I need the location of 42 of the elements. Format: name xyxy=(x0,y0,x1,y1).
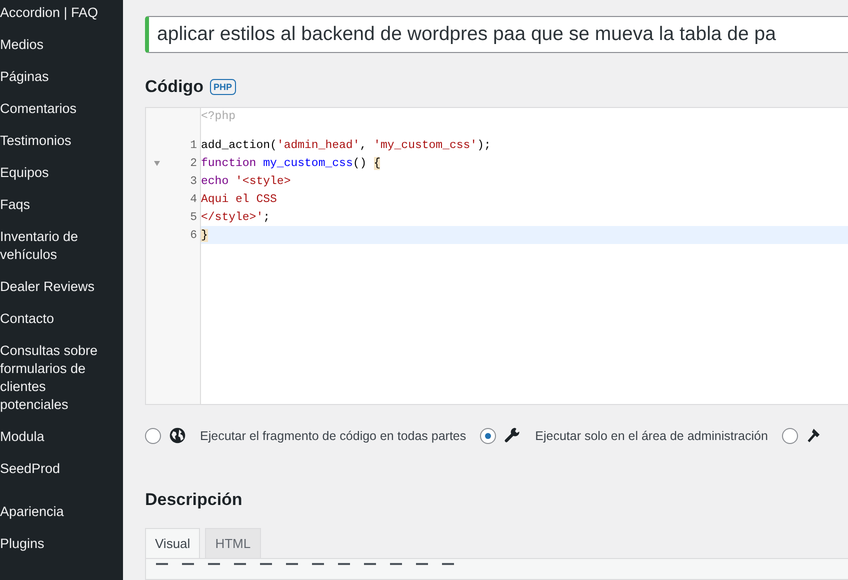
sidebar-item[interactable]: Consultas sobre formularios de clientes potenciales xyxy=(0,335,123,421)
radio-button[interactable] xyxy=(480,428,496,444)
sidebar-item[interactable]: Páginas xyxy=(0,61,123,93)
editor-tab[interactable]: Visual xyxy=(145,528,200,558)
code-line: echo '<style> xyxy=(201,174,291,188)
code-line: </style>'; xyxy=(201,210,270,224)
fold-triangle-icon[interactable] xyxy=(154,160,160,166)
sidebar-item[interactable]: Testimonios xyxy=(0,125,123,157)
radio-button[interactable] xyxy=(782,428,798,444)
code-line: add_action('admin_head', 'my_custom_css'); xyxy=(201,138,491,152)
sidebar-item[interactable]: SeedProd xyxy=(0,453,123,485)
code-line: function my_custom_css() { xyxy=(201,156,380,170)
sidebar-item[interactable]: Inventario de vehículos xyxy=(0,221,123,271)
radio-label: Ejecutar el fragmento de código en todas partes xyxy=(200,428,466,443)
section-heading: Código xyxy=(145,77,204,98)
line-number: 5 xyxy=(189,210,198,224)
line-number: 6 xyxy=(189,228,198,242)
sidebar-item[interactable]: Equipos xyxy=(0,157,123,189)
sidebar-item[interactable]: Modula xyxy=(0,421,123,453)
section-heading: Descripción xyxy=(145,490,242,510)
sidebar-item[interactable]: Comentarios xyxy=(0,93,123,125)
code-editor[interactable]: <?php 1 add_action('admin_head', 'my_custom_css'); 2 function my_custom_css() { 3 echo '<style> 4 Aqui el CSS 5 </style>'; 6 } xyxy=(145,107,848,406)
editor-tab[interactable]: HTML xyxy=(205,528,261,558)
title-field[interactable]: aplicar estilos al backend de wordpres paa que se mueva la tabla de pa xyxy=(145,16,848,54)
radio-label: Ejecutar solo en el área de administración xyxy=(535,428,768,443)
wrench-icon xyxy=(504,427,522,444)
globe-icon xyxy=(169,427,186,444)
sidebar-item[interactable]: Plugins xyxy=(0,528,123,560)
language-badge: PHP xyxy=(210,79,236,96)
line-number: 4 xyxy=(189,192,198,206)
sidebar-item[interactable]: Faqs xyxy=(0,189,123,221)
sidebar-item[interactable]: Dealer Reviews xyxy=(0,271,123,303)
line-number: 1 xyxy=(189,138,198,152)
radio-button[interactable] xyxy=(145,428,161,444)
line-number: 3 xyxy=(189,174,198,188)
sidebar-item[interactable]: Accordion | FAQ xyxy=(0,0,123,29)
php-opening-tag: <?php xyxy=(201,108,848,126)
sidebar-item[interactable]: Medios xyxy=(0,29,123,61)
line-number: 2 xyxy=(189,156,198,170)
code-line: Aqui el CSS xyxy=(201,192,277,206)
sidebar-item[interactable]: Apariencia xyxy=(0,496,123,528)
sidebar-item[interactable]: Contacto xyxy=(0,303,123,335)
